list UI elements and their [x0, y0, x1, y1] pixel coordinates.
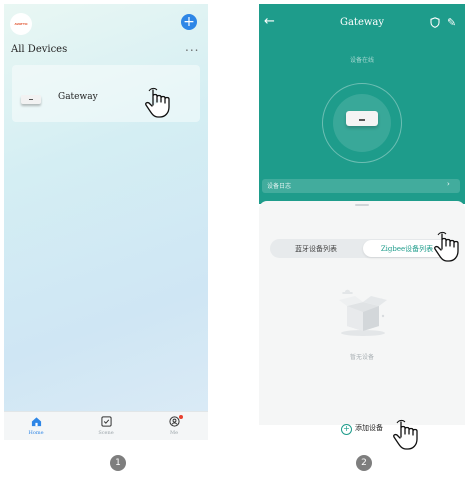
- device-name: Gateway: [58, 92, 98, 102]
- tab-home-label: Home: [28, 430, 44, 436]
- tab-me-label: Me: [169, 430, 179, 436]
- bottom-tab-bar: Home Scene Me: [4, 411, 208, 440]
- gateway-device-icon: [346, 111, 378, 126]
- tab-home[interactable]: Home: [16, 416, 56, 436]
- brand-logo: AVATTO: [10, 13, 32, 35]
- gateway-device-icon: [21, 95, 41, 104]
- edit-icon[interactable]: ✎: [447, 16, 456, 29]
- home-screen: AVATTO + All Devices ... Gateway Home Sc…: [4, 4, 208, 440]
- step-number-2: 2: [356, 455, 372, 471]
- page-title: All Devices: [11, 44, 68, 55]
- shield-icon[interactable]: [430, 17, 440, 28]
- empty-box-icon: [339, 289, 387, 336]
- empty-state-text: 暂无设备: [349, 354, 374, 361]
- tab-bluetooth-devices[interactable]: 蓝牙设备列表: [270, 244, 362, 254]
- sheet-grip-handle[interactable]: [355, 204, 369, 206]
- step-number-1: 1: [110, 455, 126, 471]
- device-log-label: 设备日志: [267, 183, 292, 190]
- device-log-row[interactable]: [262, 179, 460, 193]
- gateway-screen: ← Gateway ✎ 设备在线 设备日志 › 蓝牙设备列表 Zigbee设备列…: [259, 4, 465, 440]
- add-device-link[interactable]: + 添加设备: [341, 423, 383, 435]
- add-device-label: 添加设备: [355, 424, 383, 432]
- tap-hand-icon: [393, 419, 418, 450]
- more-options-button[interactable]: ...: [185, 40, 199, 54]
- tab-me[interactable]: Me: [154, 415, 194, 436]
- plus-circle-icon: +: [341, 424, 352, 435]
- tap-hand-icon: [145, 87, 170, 118]
- tap-hand-icon: [434, 231, 459, 262]
- device-status: 设备在线: [349, 57, 374, 64]
- notification-badge: [179, 415, 183, 419]
- tab-scene-label: Scene: [98, 430, 114, 436]
- tab-scene[interactable]: Scene: [86, 416, 126, 436]
- scene-icon: [100, 416, 112, 427]
- chevron-right-icon: ›: [447, 180, 450, 188]
- add-device-button[interactable]: +: [181, 14, 197, 30]
- me-icon: [168, 416, 180, 427]
- home-icon: [31, 417, 41, 427]
